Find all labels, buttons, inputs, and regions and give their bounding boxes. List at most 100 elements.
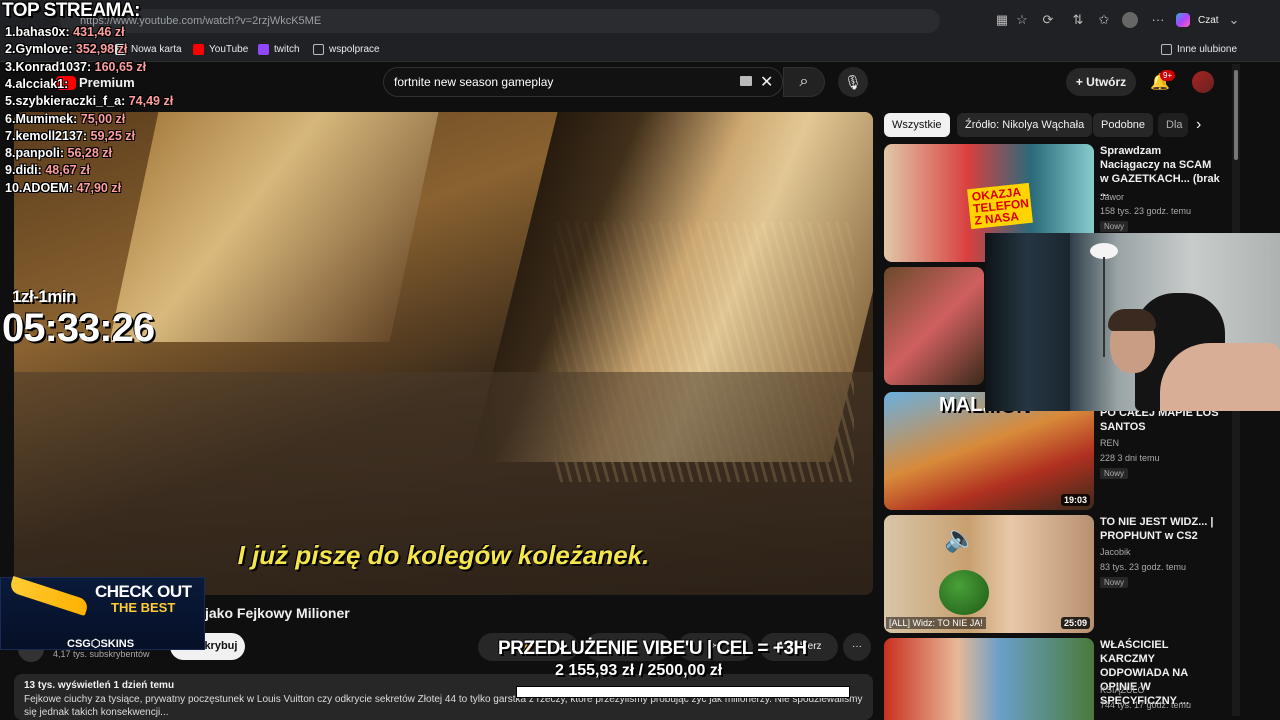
twitch-icon [258,43,269,55]
split-icon[interactable]: ⇅ [1070,12,1086,28]
chevron-down-icon[interactable]: ⌄ [1226,12,1242,28]
donor-amount: 75,00 zł [80,111,126,126]
bookmarks-bar [0,36,1280,62]
donor-amount: 48,67 zł [45,163,90,178]
rec-duration-4: 25:09 [1060,617,1090,629]
ad-brand: CSG⬡SKINS [67,638,135,650]
donation-goal-fill [517,687,804,697]
donor-amount: 431,46 zł [73,25,125,39]
top-donor-row: 2.Gymlove: 352,98 zł [5,42,127,56]
rec-meta-4: 83 tys. 23 godz. temu [1100,562,1187,572]
donor-amount: 59,25 zł [90,128,135,143]
channel-subscribers: 4,17 tys. subskrybentów [53,649,150,659]
profile-icon[interactable] [1122,12,1138,28]
donation-goal-label: PRZEDŁUŻENIE VIBE'U | CEL = +3H [498,638,807,659]
rec-meta-3: 228 3 dni temu [1100,453,1160,463]
top-donor-row: 3.Konrad1037: 160,65 zł [5,60,146,74]
video-subtitle: I już piszę do kolegów koleżanek. [237,540,650,570]
top-donor-row: 10.ADOEM: 47,90 zł [5,181,121,195]
address-bar[interactable]: https://www.youtube.com/watch?v=2rzjWkcK… [60,9,940,33]
donor-rank: 7. [5,128,16,143]
folder-icon [1161,43,1172,55]
search-button[interactable]: ⌕ [783,67,825,97]
watermelon-image [939,570,989,615]
rec-meta-1: 158 tys. 23 godz. temu [1100,206,1192,216]
star-icon[interactable]: ☆ [1014,12,1030,28]
extensions-icon[interactable]: ⟳ [1040,12,1056,28]
chip-for-you[interactable]: Dla [1158,113,1188,137]
rec-title-5[interactable]: WŁAŚCICIEL KARCZMY ODPOWIADA NA OPINIE W… [1100,638,1220,708]
rec-badge-3: Nowy [1100,468,1129,479]
chat-label[interactable]: Czat [1198,15,1219,26]
top-donors-title: TOP STREAMA: [2,0,140,21]
knife-icon [8,576,90,616]
rec-title-4[interactable]: TO NIE JEST WIDZ... | PROPHUNT w CS2 [1100,515,1220,543]
donor-rank: 9. [5,163,16,178]
search-input[interactable]: fortnite new season gameplay [383,67,783,97]
donor-name: panpoli: [15,146,65,161]
more-actions-icon[interactable]: ··· [843,633,871,661]
mic-icon[interactable]: 🎙 [838,67,868,97]
create-button[interactable]: + Utwórz [1066,68,1136,96]
clear-search-icon[interactable]: ✕ [760,72,773,92]
avatar[interactable] [1192,71,1214,93]
rec-thumbnail-5[interactable] [884,638,1094,720]
bookmark-wspolprace[interactable]: wspolprace [313,41,380,57]
chevron-right-icon[interactable]: › [1196,116,1201,134]
top-donor-row: 6.Mumimek: 75,00 zł [5,112,125,126]
donor-name: ADOEM: [22,180,74,195]
bookmark-other-favorites[interactable]: Inne ulubione [1161,41,1237,57]
donor-rank: 8. [5,146,16,161]
donor-name: alcciak1: [15,76,69,91]
rec-badge-1: Nowy [1100,221,1129,232]
ad-title: CHECK OUT [95,582,192,601]
rec-thumbnail-4[interactable]: 🔈 [ALL] Widz: TO NIE JA! 25:09 [884,515,1094,633]
webcam-lamp-pole [1103,257,1105,357]
apps-icon[interactable]: ▦ [994,12,1010,28]
video-frame-shop [109,112,439,342]
keyboard-icon[interactable] [740,76,752,86]
chip-similar[interactable]: Podobne [1093,113,1154,137]
favorites-icon[interactable]: ✩ [1096,12,1112,28]
donor-amount: 74,49 zł [128,94,174,109]
video-player[interactable]: I już piszę do kolegów koleżanek. [14,112,873,595]
webcam-person-hair [1108,309,1156,331]
donor-amount: 352,98 zł [75,42,128,57]
donation-goal-amount: 2 155,93 zł / 2500,00 zł [555,662,723,679]
rec-channel-1[interactable]: Jawor [1100,192,1124,202]
donor-name: kemoll2137: [15,128,88,143]
rec-thumbnail-2[interactable] [884,267,984,385]
donor-rank: 3. [5,59,16,74]
top-donor-row: 9.didi: 48,67 zł [5,163,90,177]
youtube-logo-text[interactable]: Premium [79,75,135,90]
subathon-timer: 05:33:26 [2,306,155,350]
webcam-person-body [1160,343,1280,411]
scrollbar-thumb[interactable] [1234,70,1238,160]
top-donor-row: 5.szybkieraczki_f_a: 74,49 zł [5,94,173,108]
copilot-icon[interactable] [1176,13,1190,27]
donor-rank: 2. [5,42,16,57]
donor-name: Konrad1037: [15,59,92,74]
notification-badge: 9+ [1160,70,1176,81]
donor-amount: 56,28 zł [67,146,113,161]
rec-channel-4[interactable]: Jacobik [1100,547,1131,557]
donor-name: didi: [15,163,42,178]
rec-thumb-text: OKAZJA TELEFON Z NASA [967,182,1033,230]
sponsor-ad: CHECK OUT THE BEST CSG⬡SKINS [0,576,205,650]
donor-name: Gymlove: [15,42,73,57]
rec-channel-3[interactable]: REN [1100,438,1119,448]
donor-name: bahas0x: [15,25,70,39]
rate-label: 1zł-1min [12,287,77,306]
bookmark-twitch[interactable]: twitch [258,41,300,57]
more-icon[interactable]: ··· [1150,12,1166,28]
top-donor-row: 4.alcciak1: [5,77,68,91]
donor-name: szybkieraczki_f_a: [15,94,126,109]
video-title: jako Fejkowy Milioner [205,605,350,621]
bookmark-youtube[interactable]: YouTube [193,41,248,57]
top-donor-row: 8.panpoli: 56,28 zł [5,146,112,160]
webcam-curtain [985,233,1070,411]
rec-channel-5[interactable]: KSIĄŻULO [1100,685,1145,695]
chip-source[interactable]: Źródło: Nikolya Wąchała [957,113,1093,137]
donor-amount: 47,90 zł [76,180,122,195]
chip-all[interactable]: Wszystkie [884,113,950,137]
